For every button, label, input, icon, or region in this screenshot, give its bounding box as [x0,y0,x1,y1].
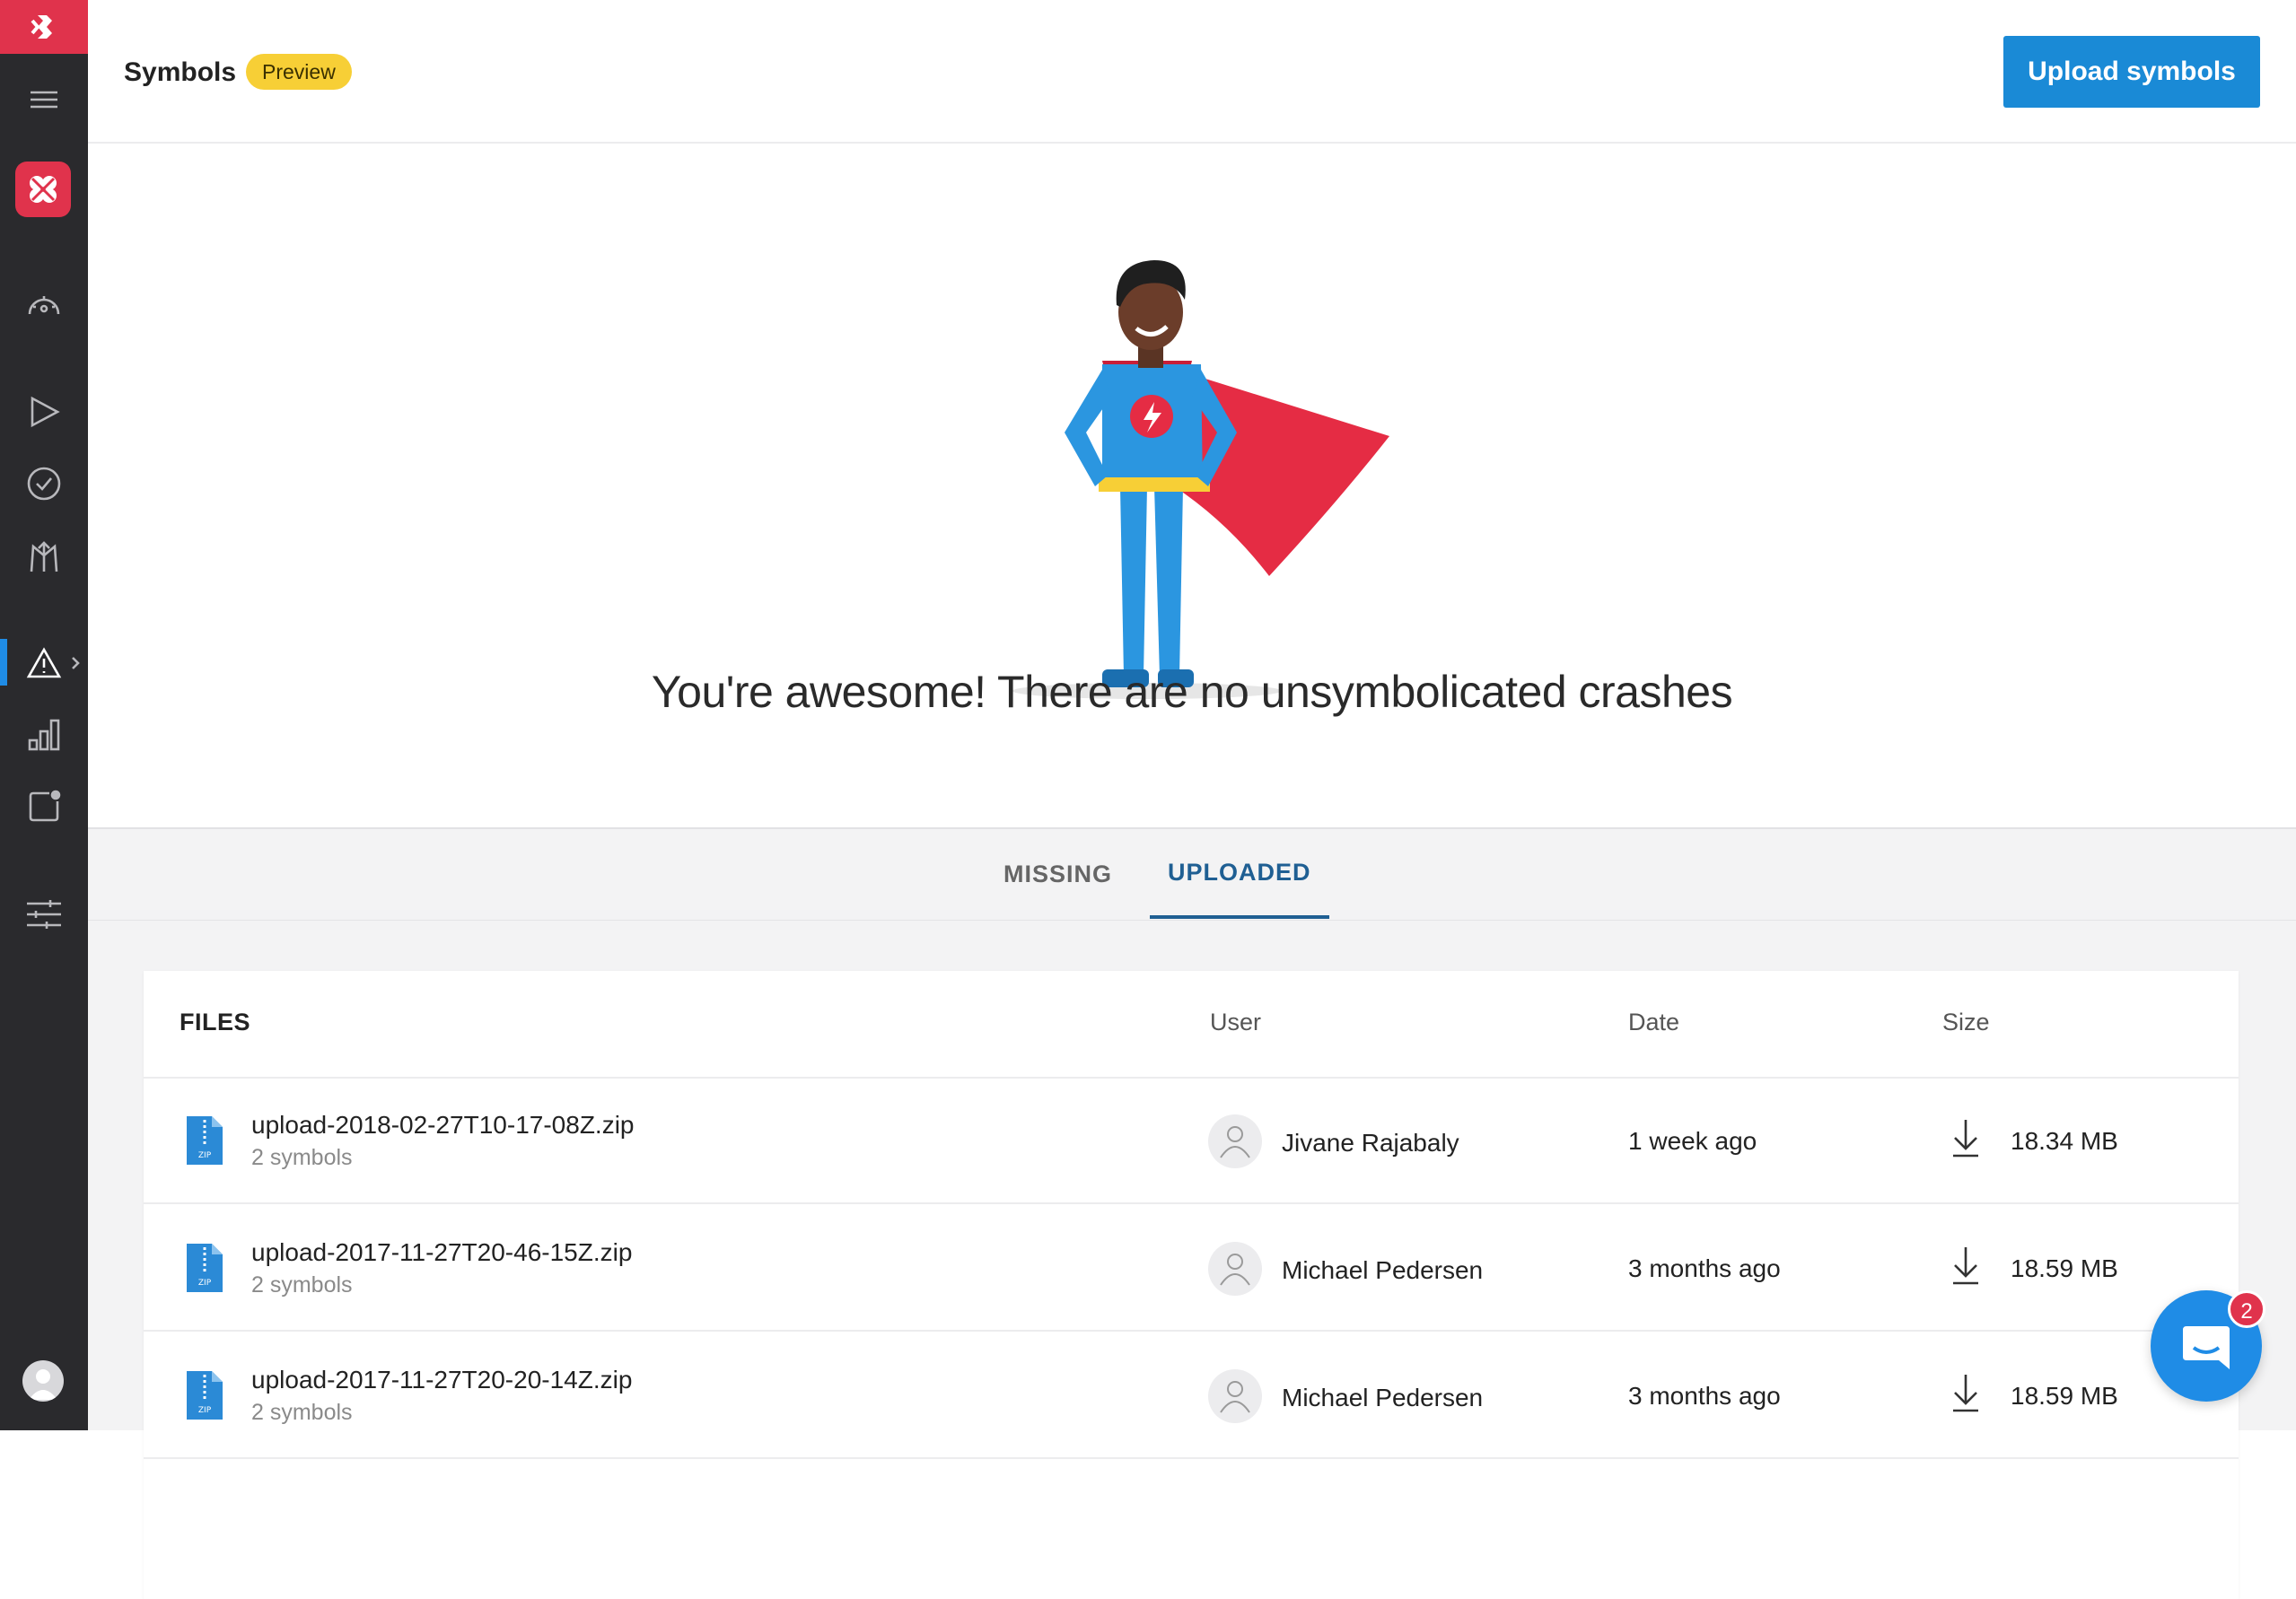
diagnostics-warning-icon[interactable] [0,633,88,693]
file-name[interactable]: upload-2017-11-27T20-46-15Z.zip [251,1238,632,1267]
download-icon[interactable] [1951,1373,1980,1412]
file-symbol-count: 2 symbols [251,1400,353,1426]
user-name: Michael Pedersen [1282,1256,1483,1285]
column-header-user: User [1210,1009,1261,1036]
symbols-tabs: MISSING UPLOADED [88,829,2296,921]
user-avatar-icon [22,1360,64,1402]
app-center-logo-icon [29,12,59,42]
empty-state-hero: You're awesome! There are no unsymbolica… [88,145,2296,827]
zip-file-icon: ZIP [185,1114,224,1166]
page-header: Symbols Preview Upload symbols [88,0,2296,144]
menu-icon[interactable] [0,70,88,129]
file-name[interactable]: upload-2018-02-27T10-17-08Z.zip [251,1111,635,1140]
file-symbol-count: 2 symbols [251,1272,353,1298]
app-clover-icon [25,171,61,207]
user-avatar [1208,1242,1262,1296]
table-row[interactable]: ZIP upload-2018-02-27T10-17-08Z.zip 2 sy… [144,1079,2239,1204]
user-avatar [1208,1369,1262,1423]
uploaded-files-table: FILES User Date Size ZIP upload-2018-02-… [144,971,2239,1599]
file-size: 18.59 MB [2011,1254,2118,1283]
file-size: 18.59 MB [2011,1382,2118,1411]
push-notification-icon[interactable] [0,777,88,836]
svg-text:ZIP: ZIP [198,1406,212,1415]
upload-date: 3 months ago [1628,1382,1781,1411]
svg-text:ZIP: ZIP [198,1151,212,1160]
user-name: Michael Pedersen [1282,1384,1483,1412]
column-header-size: Size [1942,1009,1990,1036]
table-row[interactable]: ZIP upload-2017-11-27T20-46-15Z.zip 2 sy… [144,1206,2239,1332]
user-placeholder-icon [1219,1251,1251,1287]
empty-state-message: You're awesome! There are no unsymbolica… [88,666,2296,718]
chevron-right-icon [70,655,81,671]
tab-uploaded[interactable]: UPLOADED [1150,829,1329,919]
table-header: FILES User Date Size [144,971,2239,1079]
user-placeholder-icon [1219,1123,1251,1159]
file-symbol-count: 2 symbols [251,1145,353,1171]
build-play-icon[interactable] [0,382,88,441]
left-sidebar [0,0,88,1430]
symbols-content-area: MISSING UPLOADED FILES User Date Size ZI… [88,827,2296,1430]
chat-unread-badge: 2 [2228,1290,2265,1328]
current-app-icon[interactable] [15,162,71,217]
chat-bubble-icon [2179,1321,2233,1371]
user-account-avatar[interactable] [22,1360,64,1402]
zip-file-icon: ZIP [185,1242,224,1294]
file-size: 18.34 MB [2011,1127,2118,1156]
tab-missing[interactable]: MISSING [1003,829,1112,919]
upload-date: 3 months ago [1628,1254,1781,1283]
download-icon[interactable] [1951,1118,1980,1158]
download-icon[interactable] [1951,1245,1980,1285]
dashboard-gauge-icon[interactable] [0,275,88,334]
user-avatar [1208,1114,1262,1168]
upload-symbols-button[interactable]: Upload symbols [2003,36,2260,108]
user-placeholder-icon [1219,1378,1251,1414]
file-name[interactable]: upload-2017-11-27T20-20-14Z.zip [251,1366,632,1394]
zip-file-icon: ZIP [185,1369,224,1421]
preview-badge: Preview [246,54,352,90]
test-check-icon[interactable] [0,454,88,513]
column-header-date: Date [1628,1009,1679,1036]
table-row[interactable]: ZIP upload-2017-11-27T20-20-14Z.zip 2 sy… [144,1333,2239,1459]
distribute-arrows-icon[interactable] [0,528,88,587]
superhero-illustration [1012,217,1443,720]
analytics-bars-icon[interactable] [0,705,88,765]
app-center-logo[interactable] [0,0,88,54]
user-name: Jivane Rajabaly [1282,1129,1459,1158]
settings-sliders-icon[interactable] [0,885,88,944]
column-header-files: FILES [180,1009,250,1036]
upload-date: 1 week ago [1628,1127,1757,1156]
svg-text:ZIP: ZIP [198,1279,212,1288]
page-title: Symbols [124,57,236,88]
